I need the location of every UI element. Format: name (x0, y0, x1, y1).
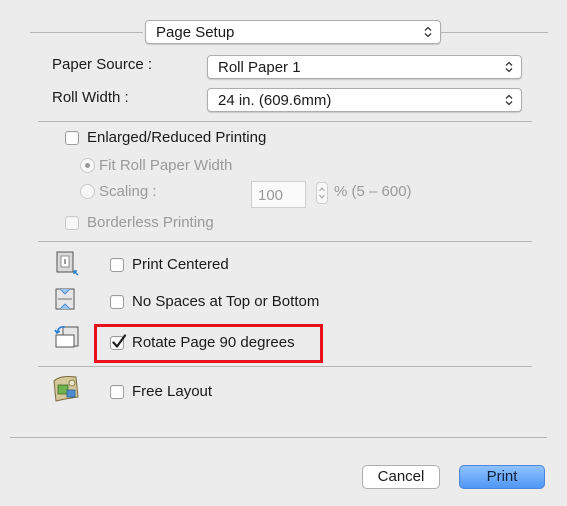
print-button[interactable]: Print (459, 465, 545, 489)
top-divider-right (441, 32, 548, 33)
free-layout-checkbox[interactable] (110, 385, 124, 399)
popup-arrows-icon (505, 61, 513, 73)
enlarged-reduced-checkbox[interactable] (65, 131, 79, 145)
scaling-input[interactable]: 100 (251, 181, 306, 208)
borderless-label: Borderless Printing (87, 214, 214, 231)
rotate-page-label: Rotate Page 90 degrees (132, 334, 295, 351)
scaling-label: Scaling : (99, 183, 157, 200)
no-spaces-label: No Spaces at Top or Bottom (132, 293, 320, 310)
borderless-checkbox[interactable] (65, 216, 79, 230)
paper-source-label: Paper Source : (52, 56, 153, 73)
print-centered-checkbox[interactable] (110, 258, 124, 272)
free-layout-icon (53, 376, 79, 402)
popup-arrows-icon (424, 26, 432, 38)
stepper-arrows-icon (319, 187, 325, 199)
print-centered-label: Print Centered (132, 256, 229, 273)
section-divider-1 (38, 121, 532, 122)
free-layout-label: Free Layout (132, 383, 213, 400)
top-divider-left (30, 32, 143, 33)
enlarged-reduced-label: Enlarged/Reduced Printing (87, 129, 267, 146)
page-setup-popup-label: Page Setup (156, 24, 235, 41)
paper-source-popup[interactable]: Roll Paper 1 (207, 55, 522, 79)
rotate-page-icon (54, 326, 79, 348)
roll-width-popup[interactable]: 24 in. (609.6mm) (207, 88, 522, 112)
popup-arrows-icon (505, 94, 513, 106)
roll-width-value: 24 in. (609.6mm) (218, 92, 332, 109)
no-spaces-icon (55, 288, 75, 310)
scaling-radio[interactable] (80, 184, 95, 199)
rotate-page-checkbox[interactable] (110, 334, 127, 350)
page-setup-popup[interactable]: Page Setup (145, 20, 441, 44)
scaling-value: 100 (258, 187, 284, 204)
radio-selected-dot (85, 163, 90, 168)
scaling-range-label: % (5 – 600) (334, 183, 412, 200)
checkmark-icon (112, 334, 127, 348)
fit-roll-label: Fit Roll Paper Width (99, 157, 233, 174)
fit-roll-radio[interactable] (80, 158, 95, 173)
no-spaces-checkbox[interactable] (110, 295, 124, 309)
cancel-button[interactable]: Cancel (362, 465, 440, 489)
section-divider-3 (38, 366, 532, 367)
scaling-stepper[interactable] (316, 182, 328, 204)
footer-divider (10, 437, 547, 438)
roll-width-label: Roll Width : (52, 89, 129, 106)
print-centered-icon (56, 251, 79, 276)
section-divider-2 (38, 241, 532, 242)
paper-source-value: Roll Paper 1 (218, 59, 301, 76)
